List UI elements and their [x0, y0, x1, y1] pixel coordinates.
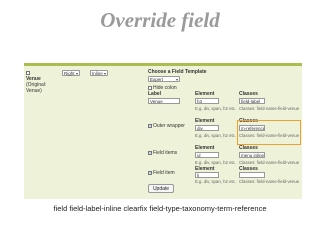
display-format-value: Inline — [92, 71, 103, 76]
template-heading: Choose a Field Template — [148, 69, 207, 75]
label-classes-hint: Classes: field-name-field-venue — [239, 106, 300, 111]
label-text-input[interactable]: Venue — [148, 98, 180, 104]
outer-wrapper-checkbox[interactable] — [148, 123, 152, 129]
items-element-heading: Element — [195, 145, 215, 151]
field-item-checkbox[interactable] — [148, 170, 152, 176]
slide-caption: field field-label-inline clearfix field-… — [53, 204, 267, 213]
items-classes-hint: Classes: field-name-field-venue — [239, 160, 300, 165]
label-position-value: Right — [64, 71, 75, 76]
chevron-down-icon: ▾ — [103, 71, 106, 76]
slide-title: Override field — [100, 8, 220, 32]
element-column-heading: Element — [195, 91, 215, 97]
label-position-select[interactable]: Right ▾ — [62, 70, 80, 76]
template-value: Expert — [150, 77, 164, 82]
items-element-input[interactable]: ul — [195, 152, 219, 158]
label-classes-input[interactable]: field-label — [239, 98, 265, 104]
field-row-label: Venue (Original: Venue) — [26, 70, 46, 94]
template-select[interactable]: Expert ▾ — [148, 76, 180, 82]
field-name-line: Venue — [26, 70, 46, 82]
field-original-line-2: Venue) — [26, 88, 42, 94]
chevron-down-icon: ▾ — [75, 71, 78, 76]
field-items-checkbox[interactable] — [148, 150, 152, 156]
items-classes-input[interactable]: menu inline — [239, 152, 265, 158]
item-classes-input[interactable] — [239, 172, 265, 178]
display-format-select[interactable]: Inline ▾ — [90, 70, 108, 76]
label-column-heading: Label — [148, 91, 162, 97]
item-classes-hint: Classes: field-name-field-venue — [239, 179, 300, 184]
update-button[interactable]: Update — [148, 184, 174, 193]
field-item-label: Field item — [153, 170, 175, 176]
label-element-hint: E.g. div, span, h2 etc. — [195, 106, 237, 111]
outer-element-heading: Element — [195, 118, 215, 124]
items-classes-heading: Classes — [239, 145, 258, 151]
hide-colon-checkbox[interactable] — [148, 85, 152, 90]
outer-element-hint: E.g. div, span, h2 etc. — [195, 133, 237, 138]
field-items-option[interactable]: Field items — [148, 150, 177, 156]
item-element-input[interactable]: li — [195, 172, 219, 178]
outer-wrapper-option[interactable]: Outer wrapper — [148, 123, 185, 129]
outer-classes-highlight — [237, 120, 301, 145]
chevron-down-icon: ▾ — [175, 77, 178, 82]
drag-handle-icon[interactable] — [26, 70, 30, 75]
outer-element-input[interactable]: div — [195, 125, 219, 131]
label-element-input[interactable]: h3 — [195, 98, 219, 104]
field-items-label: Field items — [153, 150, 178, 156]
items-element-hint: E.g. div, span, h2 etc. — [195, 160, 237, 165]
outer-wrapper-label: Outer wrapper — [153, 123, 185, 129]
classes-column-heading: Classes — [239, 91, 258, 97]
field-settings-screenshot: Venue (Original: Venue) Right ▾ Inline ▾… — [24, 63, 302, 199]
field-item-option[interactable]: Field item — [148, 170, 175, 176]
item-element-hint: E.g. div, span, h2 etc. — [195, 179, 237, 184]
